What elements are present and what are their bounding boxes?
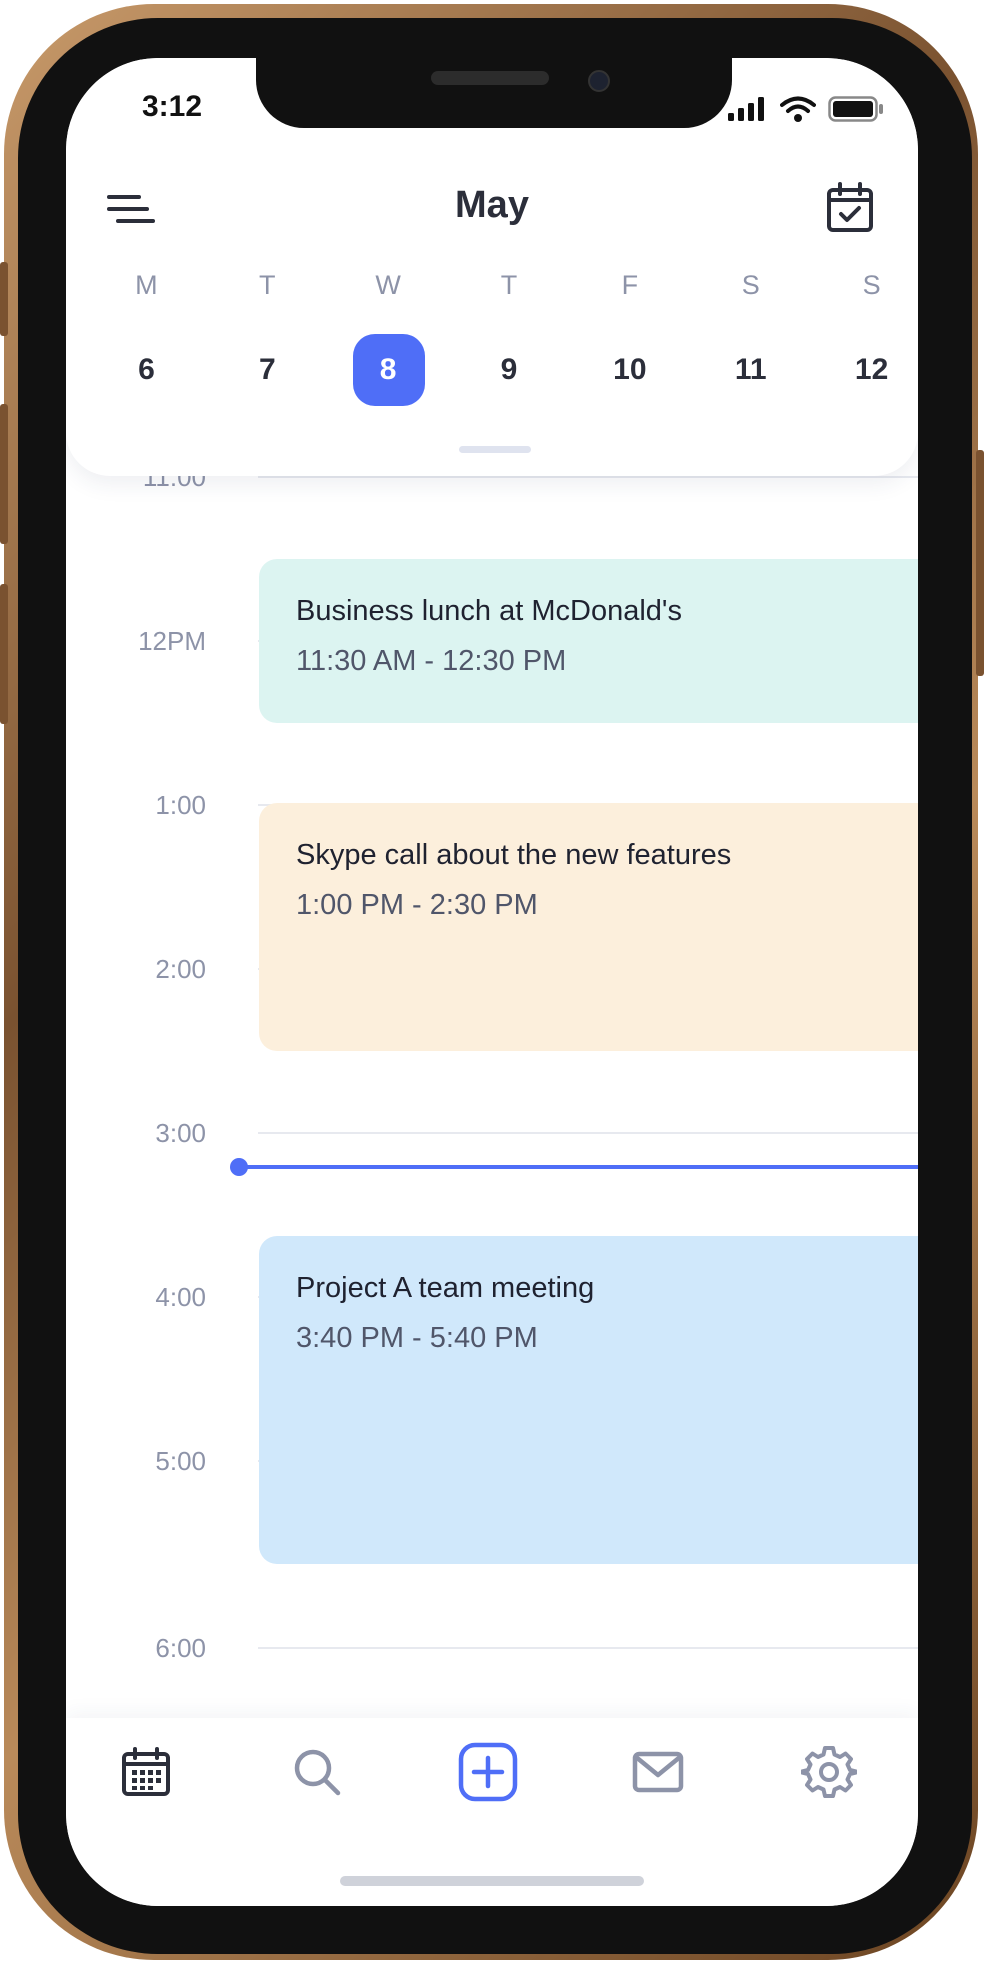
day-number: 9 — [500, 353, 518, 386]
mute-switch — [0, 262, 8, 336]
day-number: 7 — [258, 353, 276, 386]
calendar-check-icon[interactable] — [826, 182, 874, 234]
hour-line — [258, 1647, 918, 1649]
day-cell-selected[interactable]: 8 — [328, 334, 449, 406]
status-icons — [728, 96, 884, 122]
day-cell[interactable]: 12 — [811, 335, 918, 405]
tab-search[interactable] — [287, 1742, 347, 1802]
volume-down-button — [0, 584, 8, 724]
day-cell[interactable]: 11 — [690, 335, 811, 405]
weekday-label: F — [621, 270, 639, 300]
hour-line — [258, 1132, 918, 1134]
screen: 11:00 12PM 1:00 2:00 3:00 4:00 5:00 6:00… — [66, 58, 918, 1906]
event-card-business-lunch[interactable]: Business lunch at McDonald's 11:30 AM - … — [259, 559, 918, 723]
status-time: 3:12 — [142, 90, 203, 123]
expand-handle[interactable] — [459, 446, 531, 453]
event-time: 1:00 PM - 2:30 PM — [296, 889, 538, 921]
event-time: 3:40 PM - 5:40 PM — [296, 1322, 538, 1354]
day-number: 12 — [854, 353, 889, 386]
current-time-line — [238, 1165, 918, 1169]
weekday-label: W — [375, 270, 401, 300]
day-cell[interactable]: 10 — [569, 335, 690, 405]
volume-up-button — [0, 404, 8, 544]
search-icon — [294, 1749, 341, 1796]
hour-label: 1:00 — [155, 790, 206, 820]
day-cell[interactable]: 9 — [449, 335, 570, 405]
day-cell[interactable]: 7 — [207, 335, 328, 405]
hour-label: 5:00 — [155, 1446, 206, 1476]
calendar-icon — [122, 1747, 170, 1796]
day-number: 11 — [734, 353, 767, 386]
weekday-label: T — [500, 270, 518, 300]
earpiece-speaker — [431, 71, 549, 85]
tab-messages[interactable] — [628, 1742, 688, 1802]
home-indicator — [340, 1876, 644, 1886]
hour-label: 12PM — [138, 626, 206, 656]
hour-label: 4:00 — [155, 1282, 206, 1312]
weekday-label: S — [741, 270, 760, 300]
event-title: Skype call about the new features — [296, 839, 732, 871]
cellular-signal-icon — [728, 97, 764, 121]
settings-icon — [801, 1746, 857, 1798]
add-icon — [458, 1742, 518, 1802]
notch — [256, 58, 732, 128]
tab-calendar[interactable] — [116, 1742, 176, 1802]
event-card-project-meeting[interactable]: Project A team meeting 3:40 PM - 5:40 PM — [259, 1236, 918, 1564]
wifi-icon — [780, 96, 816, 122]
month-title[interactable]: May — [66, 184, 918, 227]
power-button — [976, 450, 984, 676]
day-timeline[interactable]: 11:00 12PM 1:00 2:00 3:00 4:00 5:00 6:00… — [66, 462, 918, 1776]
tab-add-event[interactable] — [458, 1742, 518, 1802]
hour-label: 2:00 — [155, 954, 206, 984]
hour-label: 3:00 — [155, 1118, 206, 1148]
day-cell[interactable]: 6 — [86, 335, 207, 405]
event-title: Project A team meeting — [296, 1272, 595, 1304]
day-number: 6 — [138, 353, 155, 386]
day-number: 10 — [613, 353, 647, 386]
date-row: 6 7 8 9 10 11 12 — [86, 334, 918, 406]
day-number: 8 — [379, 353, 397, 386]
hour-line — [258, 476, 918, 478]
weekday-label: T — [259, 270, 276, 300]
weekday-label: S — [862, 270, 881, 300]
event-time: 11:30 AM - 12:30 PM — [296, 645, 567, 677]
event-card-skype-call[interactable]: Skype call about the new features 1:00 P… — [259, 803, 918, 1051]
weekday-row: M T W T F S S — [86, 270, 918, 301]
event-title: Business lunch at McDonald's — [296, 595, 682, 627]
mail-icon — [632, 1751, 684, 1793]
hour-label: 6:00 — [155, 1633, 206, 1663]
front-camera — [588, 70, 610, 92]
battery-icon — [828, 96, 883, 122]
tab-settings[interactable] — [799, 1742, 859, 1802]
weekday-label: M — [135, 270, 158, 300]
current-time-dot — [230, 1158, 248, 1176]
